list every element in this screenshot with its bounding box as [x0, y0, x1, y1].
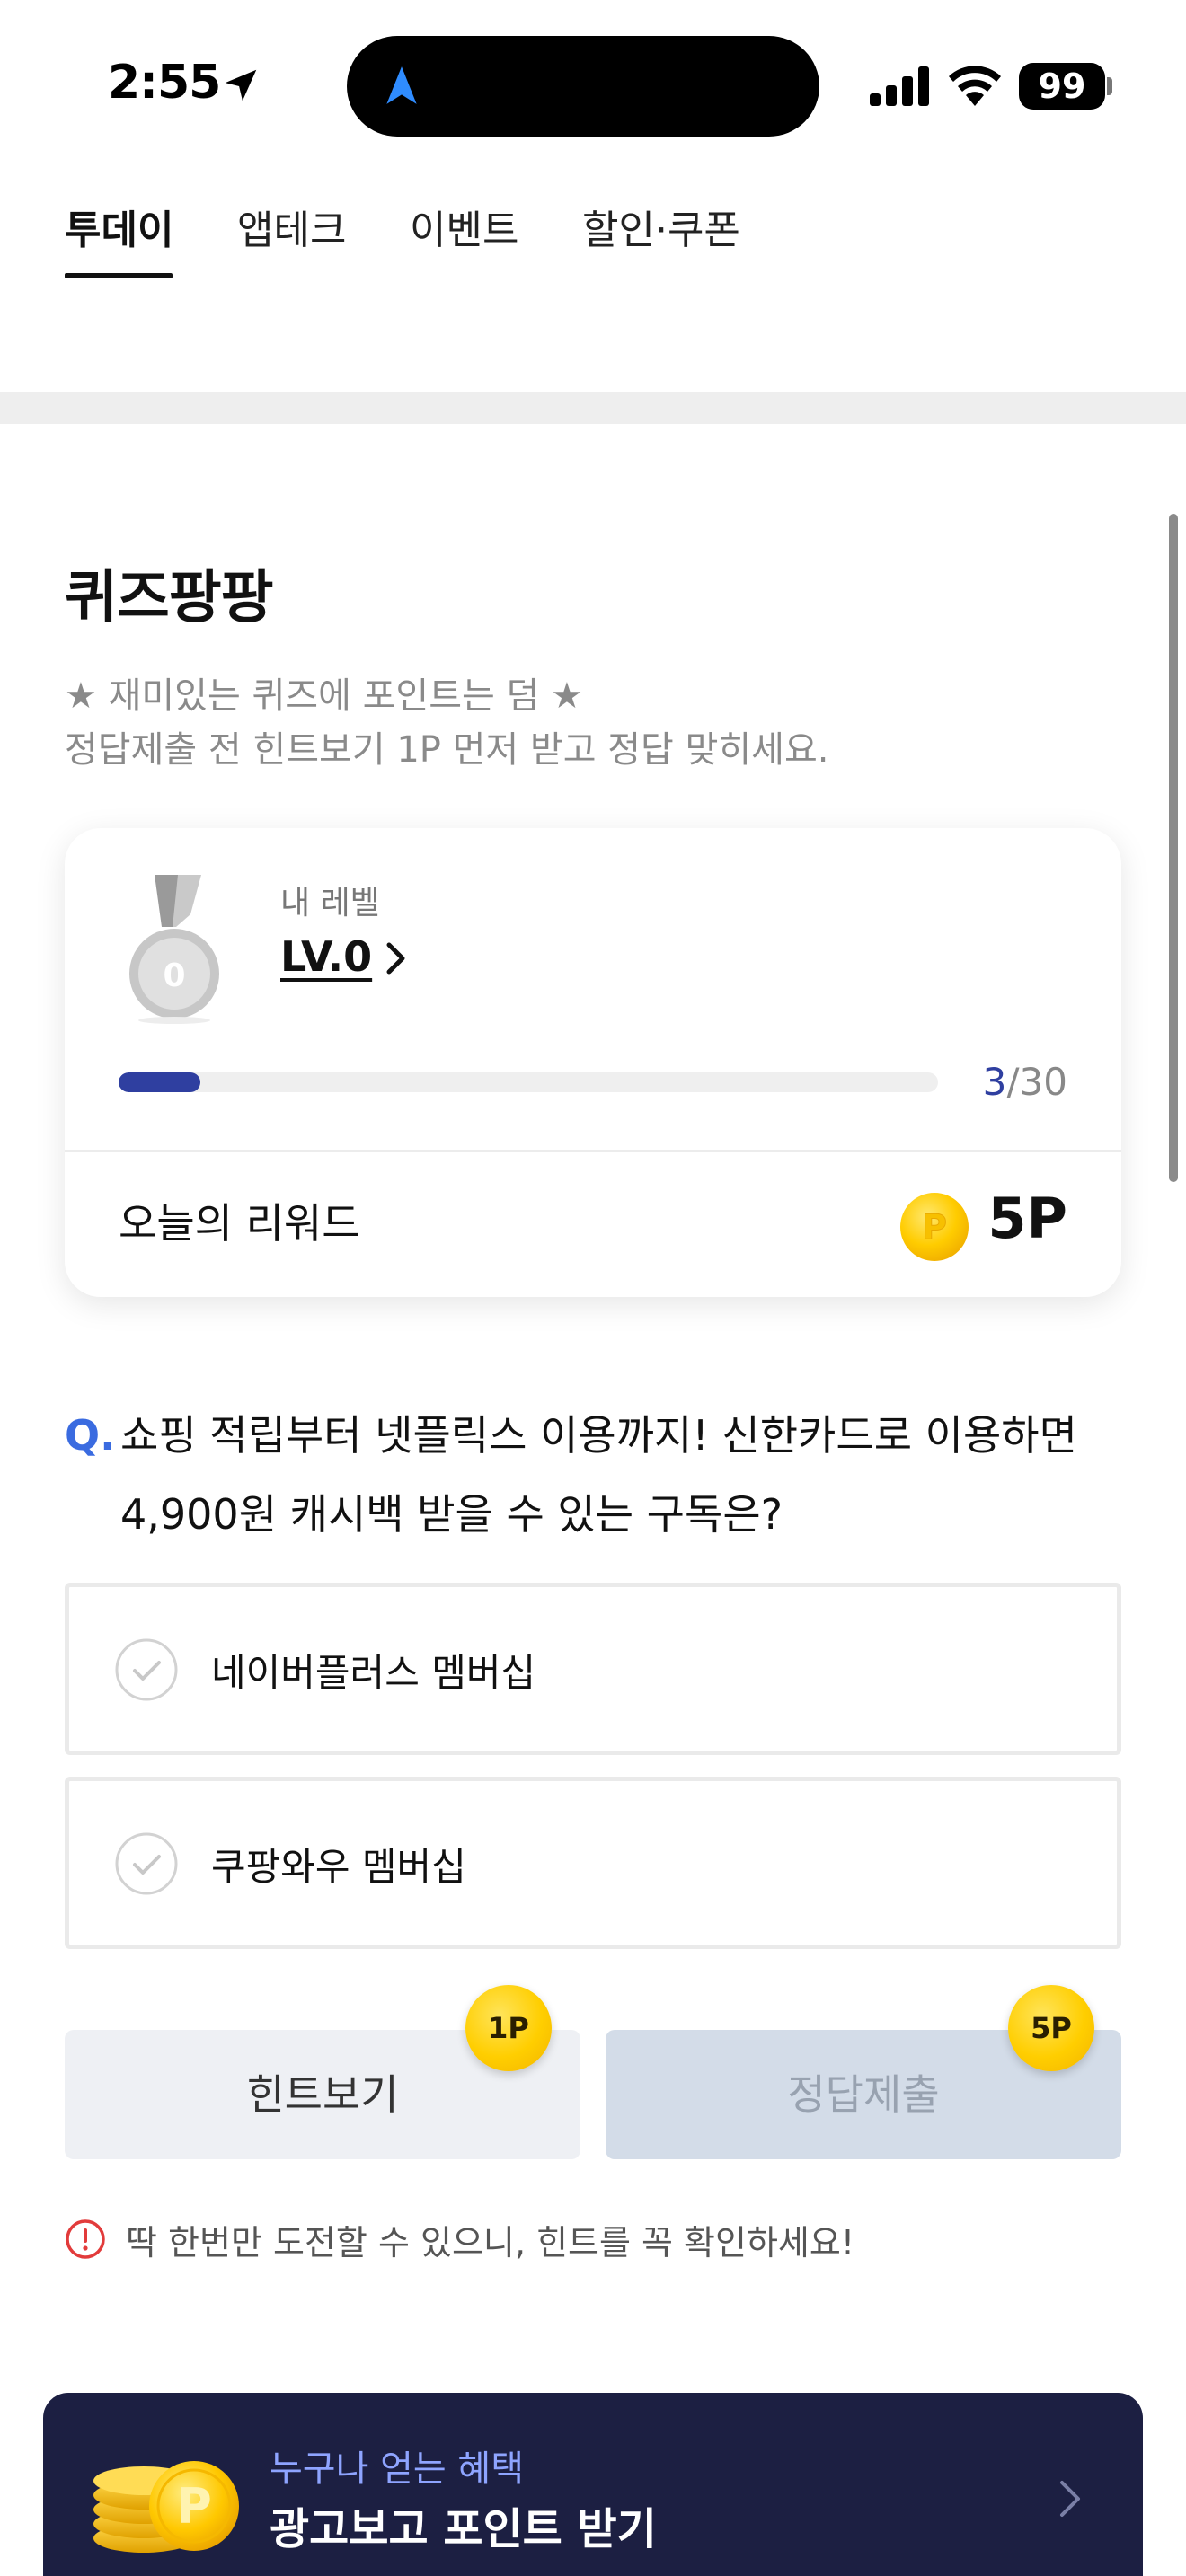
location-arrow-icon — [225, 69, 257, 101]
cellular-signal-icon — [870, 66, 929, 106]
coin-letter: P — [922, 1207, 947, 1247]
level-progress-fill — [119, 1072, 201, 1092]
reward-label: 오늘의 리워드 — [119, 1199, 360, 1248]
reward-value: 5P — [987, 1186, 1067, 1251]
question-mark-label: Q. — [65, 1411, 116, 1460]
scrollbar[interactable] — [1169, 514, 1178, 1182]
ad-points-banner[interactable]: P 누구나 얻는 혜택 광고보고 포인트 받기 — [43, 2393, 1143, 2576]
answer-option-label: 쿠팡와우 멤버십 — [211, 1845, 466, 1889]
level-progress-count: 3/30 — [983, 1060, 1067, 1104]
banner-title: 광고보고 포인트 받기 — [270, 2504, 657, 2554]
chevron-right-icon — [1060, 2481, 1080, 2517]
answer-option-2[interactable]: 쿠팡와우 멤버십 — [65, 1777, 1121, 1949]
question-text: 쇼핑 적립부터 넷플릭스 이용까지! 신한카드로 이용하면 4,900원 캐시백… — [120, 1411, 1077, 1539]
battery-tip — [1107, 77, 1112, 95]
tab-event[interactable]: 이벤트 — [410, 198, 518, 255]
status-time: 2:55 — [108, 56, 221, 110]
status-bar: 2:55 99 — [0, 0, 1186, 171]
coin-stack-icon: P — [93, 2461, 239, 2553]
card-divider — [65, 1150, 1121, 1152]
level-card: 0 내 레벨 LV.0 3/30 오늘의 리워드 P 5P — [65, 828, 1121, 1297]
tab-today[interactable]: 투데이 — [65, 198, 173, 255]
section-divider — [0, 392, 1186, 424]
tab-apptech[interactable]: 앱테크 — [237, 198, 346, 255]
check-circle-icon — [115, 1638, 178, 1701]
level-link[interactable]: LV.0 — [280, 932, 372, 981]
medal-number: 0 — [163, 957, 185, 994]
page-title: 퀴즈팡팡 — [65, 565, 274, 631]
coin-icon: P — [900, 1193, 969, 1261]
submit-point-badge: 5P — [1008, 1985, 1094, 2071]
level-caption: 내 레벨 — [280, 885, 380, 922]
section-description-line-2: 정답제출 전 힌트보기 1P 먼저 받고 정답 맞히세요. — [65, 729, 829, 771]
top-tab-bar: 투데이 앱테크 이벤트 할인·쿠폰 — [0, 180, 1186, 287]
dynamic-island — [347, 36, 819, 137]
check-circle-icon — [115, 1832, 178, 1895]
warning-text: 딱 한번만 도전할 수 있으니, 힌트를 꼭 확인하세요! — [126, 2223, 855, 2263]
battery-indicator: 99 — [1019, 63, 1105, 110]
tab-discount-coupon[interactable]: 할인·쿠폰 — [582, 198, 740, 255]
chevron-right-icon[interactable] — [381, 940, 412, 977]
medal-icon: 0 — [129, 875, 219, 1024]
wifi-icon — [949, 66, 1001, 106]
banner-subtitle: 누구나 얻는 혜택 — [270, 2448, 525, 2490]
answer-option-label: 네이버플러스 멤버십 — [211, 1651, 536, 1695]
section-description-line-1: ★ 재미있는 퀴즈에 포인트는 덤 ★ — [65, 675, 583, 717]
progress-current: 3 — [982, 1060, 1007, 1104]
level-progress-bar — [119, 1072, 938, 1092]
tab-active-indicator — [65, 273, 173, 278]
answer-option-1[interactable]: 네이버플러스 멤버십 — [65, 1583, 1121, 1755]
progress-total: /30 — [1006, 1060, 1067, 1104]
warning-icon — [66, 2219, 105, 2259]
hint-point-badge: 1P — [465, 1985, 552, 2071]
banner-coin-letter: P — [176, 2478, 212, 2535]
navigation-arrow-icon — [386, 66, 417, 104]
